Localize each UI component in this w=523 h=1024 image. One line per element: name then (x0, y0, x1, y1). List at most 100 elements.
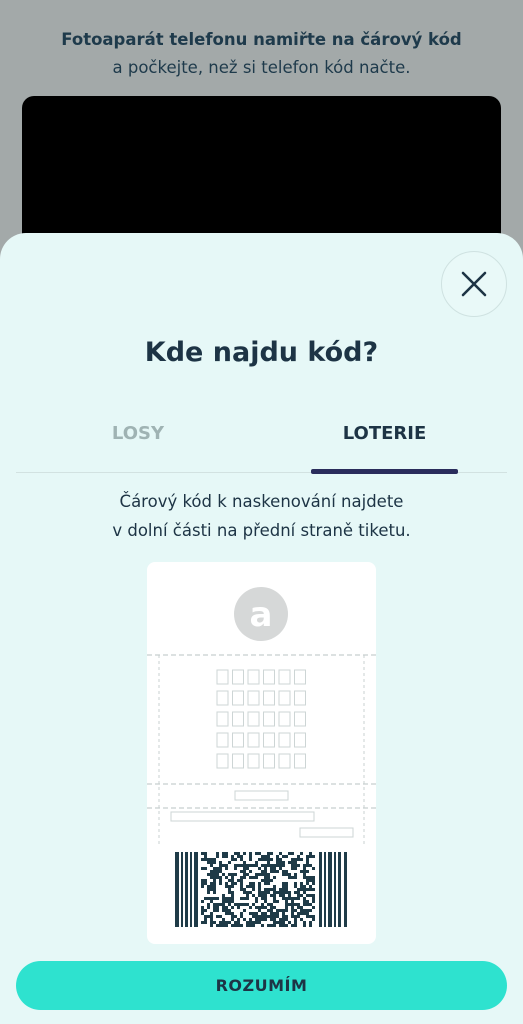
barcode-module (303, 885, 306, 888)
barcode-module (249, 924, 252, 927)
ticket-grid-cell (294, 669, 306, 685)
barcode-module (291, 924, 294, 927)
barcode-module (282, 915, 285, 918)
ticket-grid-cell (263, 732, 275, 748)
barcode-module (201, 909, 204, 912)
barcode-module (225, 876, 228, 879)
barcode-module (285, 909, 288, 912)
barcode-module (309, 855, 312, 858)
barcode-module (270, 915, 273, 918)
barcode-module (246, 867, 249, 870)
barcode-module (216, 867, 219, 870)
barcode-module (264, 891, 267, 894)
tab-loterie[interactable]: LOTERIE (311, 423, 458, 471)
barcode-module (246, 885, 249, 888)
barcode-module (309, 885, 312, 888)
barcode-module (282, 885, 285, 888)
barcode-module (291, 900, 294, 903)
barcode-module (273, 915, 276, 918)
barcode-module (288, 897, 291, 900)
barcode-module (303, 876, 306, 879)
barcode-module (231, 918, 234, 921)
barcode-module (297, 888, 300, 891)
barcode-module (246, 873, 249, 876)
barcode-module (225, 852, 228, 855)
barcode-module (303, 897, 306, 900)
barcode-module (270, 912, 273, 915)
ticket-grid-cell (263, 711, 275, 727)
barcode-module (273, 894, 276, 897)
barcode-module (300, 912, 303, 915)
barcode-module (225, 921, 228, 924)
barcode-module (243, 903, 246, 906)
barcode-module (312, 882, 315, 885)
barcode-module (264, 855, 267, 858)
barcode-module (300, 852, 303, 855)
barcode-module (306, 876, 309, 879)
close-button[interactable] (441, 251, 507, 317)
barcode-module (210, 915, 213, 918)
barcode-module (240, 858, 243, 861)
barcode-module (216, 924, 219, 927)
barcode-module (288, 894, 291, 897)
barcode-module (309, 888, 312, 891)
barcode-module (237, 918, 240, 921)
barcode-module (216, 903, 219, 906)
tab-losy[interactable]: LOSY (44, 423, 232, 471)
barcode-module (255, 852, 258, 855)
barcode-module (234, 921, 237, 924)
barcode-module (306, 870, 309, 873)
barcode-module (264, 873, 267, 876)
barcode-module (210, 885, 213, 888)
barcode-module (258, 891, 261, 894)
ticket-grid-cell (247, 732, 260, 748)
barcode-module (237, 864, 240, 867)
ticket-grid-cell (232, 690, 244, 706)
barcode-module (288, 852, 291, 855)
barcode-module (219, 903, 222, 906)
barcode-module (258, 921, 261, 924)
ticket-grid-cell (278, 732, 291, 748)
barcode-module (279, 921, 282, 924)
ticket-grid-cell (247, 711, 260, 727)
barcode-module (282, 882, 285, 885)
barcode-module (285, 870, 288, 873)
barcode-module (201, 885, 204, 888)
barcode-module (309, 921, 312, 924)
barcode-module (204, 852, 207, 855)
barcode-module (231, 873, 234, 876)
barcode-module (201, 906, 204, 909)
barcode-module (255, 897, 258, 900)
barcode-module (291, 858, 294, 861)
barcode-module (294, 873, 297, 876)
confirm-button[interactable]: ROZUMÍM (16, 961, 507, 1010)
barcode-module (267, 858, 270, 861)
barcode-module (264, 864, 267, 867)
tab-bar: LOSY LOTERIE (16, 421, 507, 474)
barcode-module (222, 909, 225, 912)
barcode-module (303, 891, 306, 894)
barcode-module (267, 873, 270, 876)
barcode-module (252, 882, 255, 885)
barcode-module (216, 876, 219, 879)
barcode-bar (328, 852, 332, 927)
barcode-module (264, 912, 267, 915)
barcode-module (261, 891, 264, 894)
barcode-module (252, 903, 255, 906)
barcode-module (231, 891, 234, 894)
barcode-module (231, 876, 234, 879)
barcode-module (282, 918, 285, 921)
barcode-module (258, 906, 261, 909)
barcode-module (294, 858, 297, 861)
barcode-module (276, 891, 279, 894)
ticket-grid-cell (247, 669, 260, 685)
barcode-module (219, 924, 222, 927)
barcode-module (291, 864, 294, 867)
barcode-module (210, 888, 213, 891)
barcode-module (267, 891, 270, 894)
barcode-module (249, 876, 252, 879)
barcode-module (246, 903, 249, 906)
barcode-module (231, 906, 234, 909)
barcode-module (228, 900, 231, 903)
barcode-module (240, 912, 243, 915)
